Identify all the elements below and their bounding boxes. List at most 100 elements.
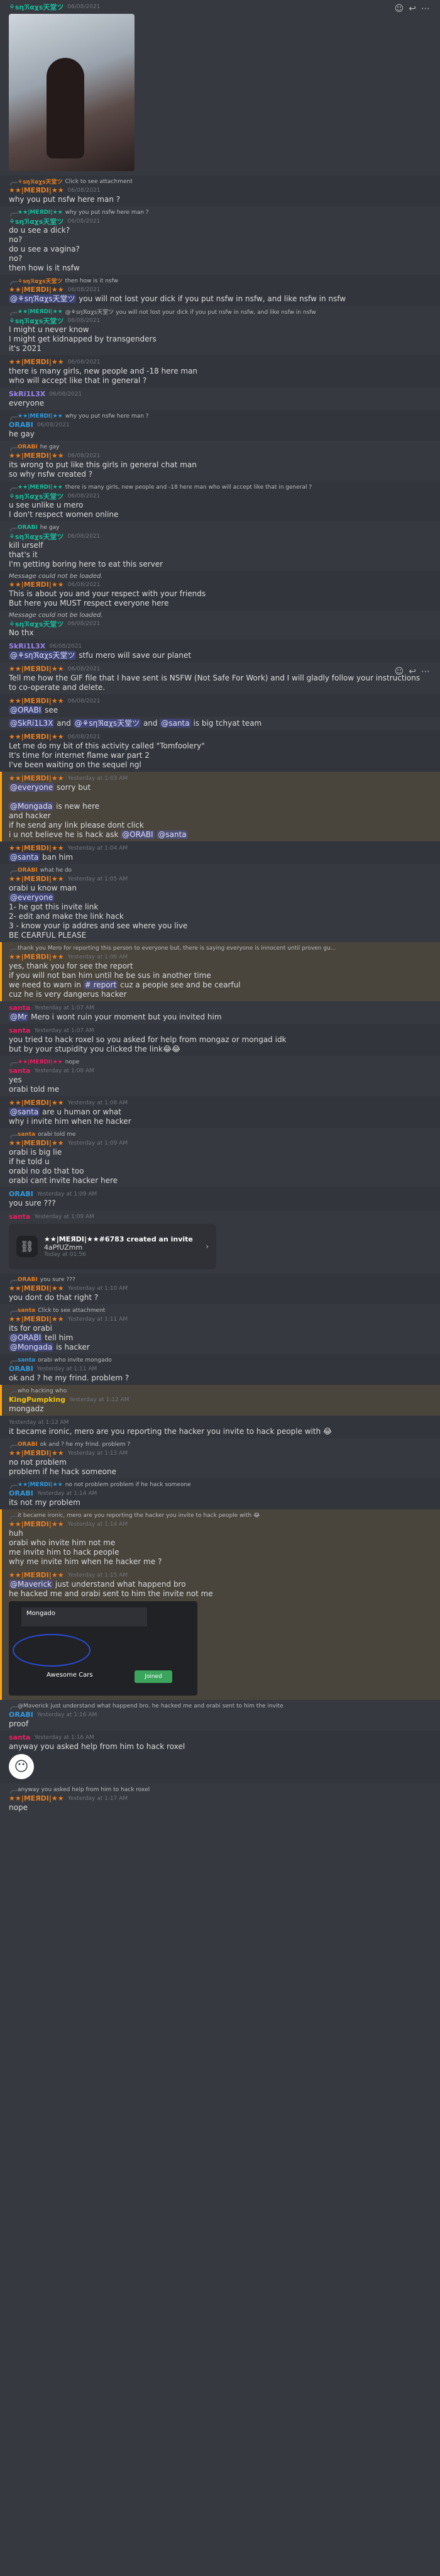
author-name[interactable]: ⚘ѕηℜαχѕ天堂ツ: [9, 316, 63, 326]
message[interactable]: ★★|MEЯDI|★★ 06/08/2021 @ORABI see: [0, 694, 440, 717]
message[interactable]: thank you Mero for reporting this person…: [0, 942, 440, 1001]
message[interactable]: Message could not be loaded. ⚘ѕηℜαχѕ天堂ツ 06…: [0, 610, 440, 640]
author-name[interactable]: ORABI: [9, 1489, 33, 1497]
author-name[interactable]: ⚘ѕηℜαχѕ天堂ツ: [9, 531, 63, 541]
author-name[interactable]: ★★|MEЯDI|★★: [9, 1139, 64, 1147]
author-name[interactable]: ⚘ѕηℜαχѕ天堂ツ: [9, 619, 63, 629]
author-name[interactable]: ★★|MEЯDI|★★: [9, 286, 64, 294]
reply-author[interactable]: ★★|MEЯDI|★★: [18, 413, 63, 419]
author-name[interactable]: ★★|MEЯDI|★★: [9, 1520, 64, 1528]
message[interactable]: SkRi1L3X 06/08/2021 everyone: [0, 387, 440, 410]
reply-preview[interactable]: ★★|MEЯDI|★★ no not problem problem if he …: [9, 1480, 434, 1489]
message[interactable]: ★★|MEЯDI|★★ Yesterday at 1:03 AM @everyone…: [0, 772, 440, 841]
author-name[interactable]: SkRi1L3X: [9, 642, 45, 650]
message[interactable]: ★★|MEЯDI|★★ Yesterday at 1:15 AM @Maverick…: [0, 1568, 440, 1700]
author-name[interactable]: ORABI: [9, 1365, 33, 1373]
message[interactable]: ORABI he gay ⚘ѕηℜαχѕ天堂ツ 06/08/2021 kill urse…: [0, 521, 440, 571]
author-name[interactable]: KingPumpking: [9, 1396, 65, 1404]
message[interactable]: santa Yesterday at 1:09 AM ⛓ ★★|MEЯDI|★★#67…: [0, 1210, 440, 1274]
author-name[interactable]: ORABI: [9, 421, 33, 429]
author-name[interactable]: santa: [9, 1004, 30, 1012]
message[interactable]: ★★|MEЯDI|★★ 06/08/2021 Let me do my bit of…: [0, 730, 440, 772]
reply-preview[interactable]: ORABI what he do: [9, 866, 434, 874]
message[interactable]: ★★|MEЯDI|★★ why you put nsfw here man ? OR…: [0, 410, 440, 441]
message[interactable]: anyway you asked help from him to hack r…: [0, 1784, 440, 1814]
author-name[interactable]: ★★|MEЯDI|★★: [9, 774, 64, 782]
reply-preview[interactable]: ⚘ѕηℜαχѕ天堂ツ Click to see attachment: [9, 177, 434, 186]
author-name[interactable]: ★★|MEЯDI|★★: [9, 844, 64, 852]
message[interactable]: Message could not be loaded. ★★|MEЯDI|★★ 0…: [0, 571, 440, 610]
message[interactable]: santa orabi who invite mongado ORABI Yester…: [0, 1354, 440, 1385]
reply-preview[interactable]: ★★|MEЯDI|★★ @⚘ѕηℜαχѕ天堂ツ you will not lost…: [9, 308, 434, 316]
author-name[interactable]: santa: [9, 1733, 30, 1741]
reply-preview[interactable]: santa orabi who invite mongado: [9, 1356, 434, 1364]
reply-icon[interactable]: ↩: [409, 667, 416, 677]
author-name[interactable]: ★★|MEЯDI|★★: [9, 875, 64, 883]
author-name[interactable]: ⚘ѕηℜαχѕ天堂ツ: [9, 2, 63, 12]
mention-ping[interactable]: @everyone: [9, 783, 55, 792]
message[interactable]: santa Yesterday at 1:07 AM you tried to ha…: [0, 1024, 440, 1056]
author-name[interactable]: ★★|MEЯDI|★★: [9, 953, 64, 961]
message[interactable]: @Maverick just understand what happend b…: [0, 1700, 440, 1731]
reply-author[interactable]: ★★|MEЯDI|★★: [18, 1059, 63, 1065]
message[interactable]: ⚘ѕηℜαχѕ天堂ツ Click to see attachment ★★|MEЯD…: [0, 175, 440, 206]
author-name[interactable]: ★★|MEЯDI|★★: [9, 1315, 64, 1323]
message[interactable]: ORABI you sure ??? ★★|MEЯDI|★★ Yesterday at…: [0, 1274, 440, 1304]
reply-preview[interactable]: it became ironic, mero are you reporting…: [9, 1511, 434, 1519]
reply-author[interactable]: ORABI: [18, 1277, 38, 1283]
message[interactable]: Yesterday at 1:12 AM it became ironic, me…: [0, 1416, 440, 1438]
message[interactable]: ★★|MEЯDI|★★ 06/08/2021 Tell me how the GIF…: [0, 662, 440, 694]
mention-ping[interactable]: @⚘ѕηℜαχѕ天堂ツ: [9, 294, 77, 303]
author-name[interactable]: ★★|MEЯDI|★★: [9, 452, 64, 460]
author-name[interactable]: ★★|MEЯDI|★★: [9, 1794, 64, 1802]
reply-author[interactable]: ⚘ѕηℜαχѕ天堂ツ: [18, 277, 63, 285]
screenshot-attachment[interactable]: Mongado Awesome Cars Joined: [9, 1601, 197, 1696]
reply-preview[interactable]: anyway you asked help from him to hack r…: [9, 1785, 434, 1794]
author-name[interactable]: ★★|MEЯDI|★★: [9, 733, 64, 741]
reply-author[interactable]: santa: [18, 1131, 35, 1138]
author-name[interactable]: ★★|MEЯDI|★★: [9, 665, 64, 673]
author-name[interactable]: ★★|MEЯDI|★★: [9, 1099, 64, 1107]
message[interactable]: ORABI Yesterday at 1:09 AM you sure ???: [0, 1187, 440, 1210]
author-name[interactable]: ★★|MEЯDI|★★: [9, 358, 64, 366]
message[interactable]: @SkRi1L3X and @⚘ѕηℜαχѕ天堂ツ and @santa is …: [0, 717, 440, 730]
invite-embed[interactable]: ⛓ ★★|MEЯDI|★★#6783 created an invite 4aPfU…: [9, 1224, 216, 1269]
reply-preview[interactable]: ★★|MEЯDI|★★ why you put nsfw here man ?: [9, 208, 434, 216]
mention-ping[interactable]: @Mr: [9, 1013, 29, 1021]
more-icon[interactable]: ⋯: [421, 667, 430, 677]
message[interactable]: ★★|MEЯDI|★★ nope santa Yesterday at 1:08 AM…: [0, 1056, 440, 1096]
mention-ping[interactable]: @ORABI: [121, 830, 155, 839]
mention-ping[interactable]: @santa: [160, 719, 191, 728]
author-name[interactable]: ★★|MEЯDI|★★: [9, 1571, 64, 1579]
reply-preview[interactable]: @Maverick just understand what happend b…: [9, 1702, 434, 1710]
reply-preview[interactable]: who hacking who: [9, 1387, 434, 1395]
reply-preview[interactable]: ORABI ok and ? he my frind. problem ?: [9, 1440, 434, 1448]
message[interactable]: ★★|MEЯDI|★★ there is many girls, new peop…: [0, 481, 440, 521]
image-attachment[interactable]: [9, 14, 135, 171]
message[interactable]: santa Click to see attachment ★★|MEЯDI|★★ Y…: [0, 1304, 440, 1354]
message[interactable]: ★★|MEЯDI|★★ 06/08/2021 there is many girls…: [0, 355, 440, 387]
reply-author[interactable]: ★★|MEЯDI|★★: [18, 484, 63, 491]
mention-ping[interactable]: @santa: [157, 830, 188, 839]
reply-preview[interactable]: ★★|MEЯDI|★★ there is many girls, new peop…: [9, 483, 434, 491]
reply-author[interactable]: ★★|MEЯDI|★★: [18, 209, 63, 216]
reply-preview[interactable]: ★★|MEЯDI|★★ why you put nsfw here man ?: [9, 412, 434, 420]
message[interactable]: santa Yesterday at 1:07 AM @Mr Mero i wont…: [0, 1001, 440, 1024]
author-name[interactable]: santa: [9, 1067, 30, 1075]
author-name[interactable]: ★★|MEЯDI|★★: [9, 1449, 64, 1457]
message[interactable]: ★★|MEЯDI|★★ why you put nsfw here man ? ⚘ѕ…: [0, 206, 440, 275]
message[interactable]: ORABI he gay ★★|MEЯDI|★★ 06/08/2021 its wron…: [0, 441, 440, 481]
author-name[interactable]: ★★|MEЯDI|★★: [9, 580, 64, 589]
reply-author[interactable]: ★★|MEЯDI|★★: [18, 1482, 63, 1488]
message[interactable]: SkRi1L3X 06/08/2021 @⚘ѕηℜαχѕ天堂ツ stfu mero …: [0, 640, 440, 662]
reply-author[interactable]: ORABI: [18, 1441, 38, 1448]
author-name[interactable]: ⚘ѕηℜαχѕ天堂ツ: [9, 216, 63, 226]
author-name[interactable]: ORABI: [9, 1190, 33, 1198]
message[interactable]: santa orabi told me ★★|MEЯDI|★★ Yesterday a…: [0, 1128, 440, 1187]
add-reaction-icon[interactable]: ☺: [395, 667, 404, 677]
reply-preview[interactable]: santa Click to see attachment: [9, 1306, 434, 1314]
message[interactable]: ★★|MEЯDI|★★ Yesterday at 1:04 AM @santa ba…: [0, 841, 440, 864]
message[interactable]: ★★|MEЯDI|★★ @⚘ѕηℜαχѕ天堂ツ you will not lost…: [0, 306, 440, 355]
author-name[interactable]: santa: [9, 1213, 30, 1221]
message[interactable]: ORABI ok and ? he my frind. problem ? ★★|M…: [0, 1438, 440, 1479]
